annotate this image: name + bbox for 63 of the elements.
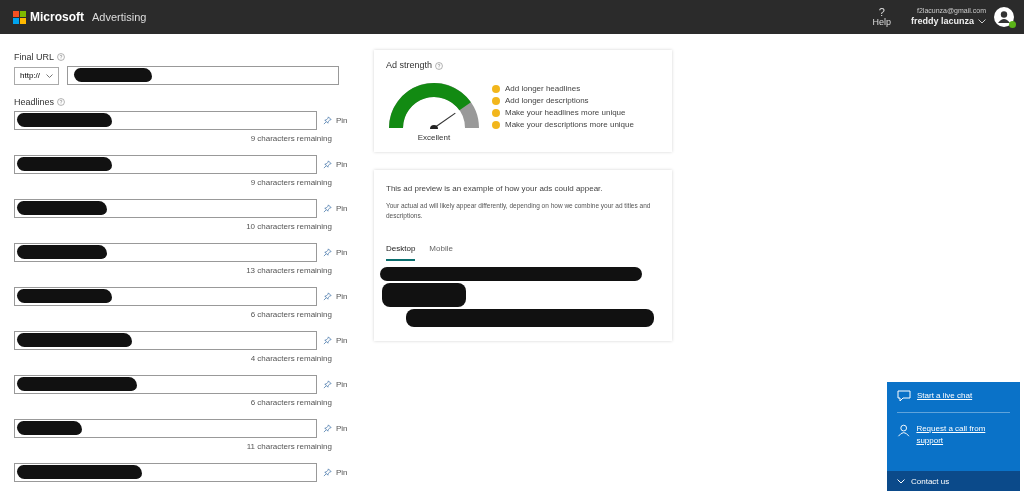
headline-input[interactable]: [14, 287, 317, 306]
redaction-mark: [17, 421, 82, 435]
character-count: 9 characters remaining: [250, 178, 332, 187]
character-count: 4 characters remaining: [250, 354, 332, 363]
suggestion-text: Add longer descriptions: [505, 96, 589, 105]
contact-us-button[interactable]: Contact us: [887, 471, 1020, 491]
chevron-down-icon[interactable]: [978, 18, 986, 24]
pin-icon[interactable]: [323, 160, 332, 169]
headline-input[interactable]: [14, 199, 317, 218]
account-name[interactable]: freddy lacunza: [910, 15, 974, 27]
pin-button[interactable]: Pin: [321, 248, 348, 257]
headline-input[interactable]: [14, 375, 317, 394]
protocol-dropdown[interactable]: http://: [14, 66, 59, 85]
pin-icon[interactable]: [323, 248, 332, 257]
pin-button[interactable]: Pin: [321, 424, 348, 433]
chat-icon: [897, 390, 911, 402]
pin-icon[interactable]: [323, 424, 332, 433]
pin-button[interactable]: Pin: [321, 116, 348, 125]
headline-input[interactable]: [14, 463, 317, 482]
character-count: 6 characters remaining: [250, 398, 332, 407]
strength-rating: Excellent: [417, 133, 451, 142]
pin-icon[interactable]: [323, 204, 332, 213]
pin-button[interactable]: Pin: [321, 468, 348, 477]
pin-icon[interactable]: [323, 380, 332, 389]
contact-link[interactable]: Request a call from support: [916, 423, 1010, 447]
character-count: 11 characters remaining: [246, 442, 332, 451]
suggestion-text: Add longer headlines: [505, 84, 581, 93]
pin-icon[interactable]: [323, 116, 332, 125]
character-count: 13 characters remaining: [246, 266, 332, 275]
pin-icon[interactable]: [323, 292, 332, 301]
card-title: Ad strength: [386, 60, 433, 70]
preview-tab[interactable]: Desktop: [386, 243, 416, 261]
product-name: Advertising: [92, 11, 147, 23]
field-label: Final URL: [14, 52, 54, 62]
chevron-down-icon[interactable]: [46, 73, 53, 78]
contact-link[interactable]: Start a live chat: [917, 390, 973, 402]
brand-name: Microsoft: [30, 10, 84, 24]
field-label: Headlines: [14, 97, 55, 107]
headline-input[interactable]: [14, 243, 317, 262]
character-count: 6 characters remaining: [250, 310, 332, 319]
headline-input[interactable]: [14, 111, 317, 130]
pin-button[interactable]: Pin: [321, 160, 348, 169]
logo-icon: [13, 10, 26, 24]
pin-button[interactable]: Pin: [321, 204, 348, 213]
preview-intro: This ad preview is an example of how your ads could appear.: [386, 184, 604, 193]
headline-input[interactable]: [14, 155, 317, 174]
pin-icon[interactable]: [323, 336, 332, 345]
help-button[interactable]: ? Help: [872, 6, 891, 28]
avatar-icon[interactable]: [994, 7, 1014, 27]
headline-input[interactable]: [14, 419, 317, 438]
pin-button[interactable]: Pin: [321, 380, 348, 389]
suggestion-text: Make your headlines more unique: [505, 108, 626, 117]
headline-input[interactable]: [14, 331, 317, 350]
person-icon: [897, 423, 911, 437]
pin-button[interactable]: Pin: [321, 292, 348, 301]
preview-tab[interactable]: Mobile: [429, 243, 453, 261]
gauge-needle: [430, 112, 456, 129]
character-count: 10 characters remaining: [246, 222, 332, 231]
pin-icon[interactable]: [323, 468, 332, 477]
suggestion-text: Make your descriptions more unique: [505, 120, 634, 129]
character-count: 9 characters remaining: [250, 134, 332, 143]
url-input[interactable]: [67, 66, 339, 85]
pin-button[interactable]: Pin: [321, 336, 348, 345]
